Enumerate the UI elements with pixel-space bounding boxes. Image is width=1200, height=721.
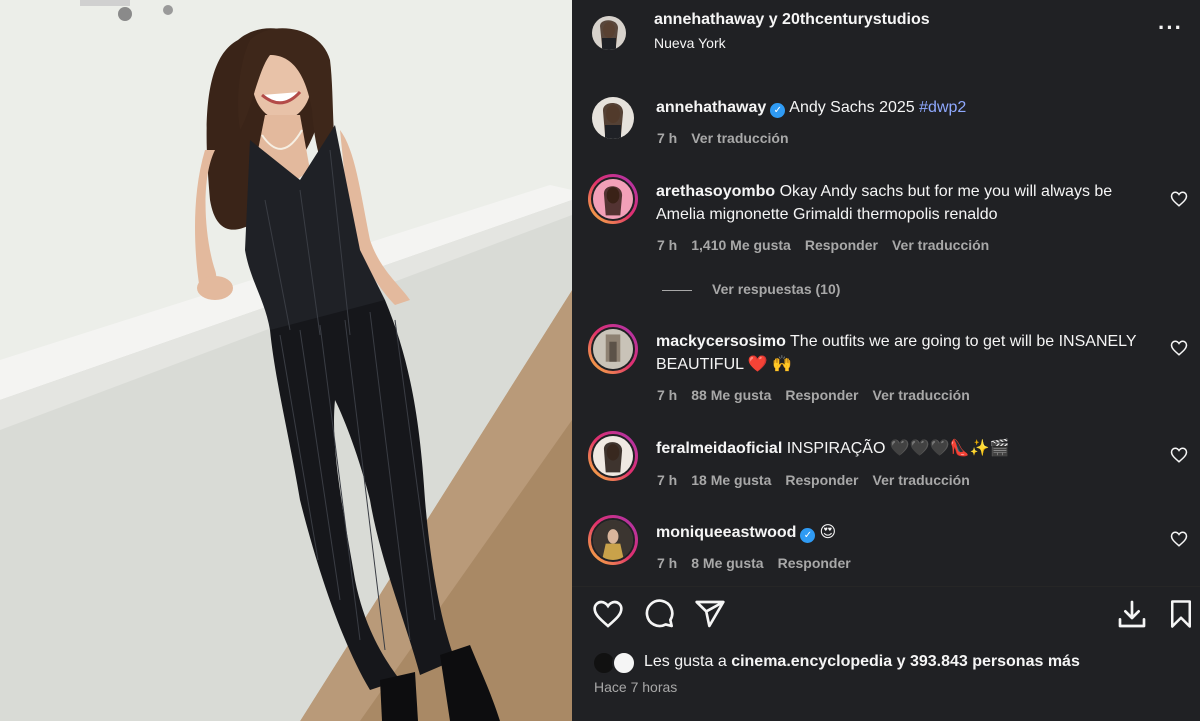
avatar	[591, 434, 635, 478]
post-photo[interactable]	[0, 0, 572, 721]
comment-emoji: 😍	[819, 524, 837, 541]
comment-emoji: ❤️ 🙌	[747, 356, 793, 373]
translate-link[interactable]: Ver traducción	[691, 130, 788, 146]
caption-username[interactable]: annehathaway	[656, 99, 766, 116]
like-comment-heart-icon[interactable]	[1170, 190, 1188, 208]
avatar	[612, 651, 636, 675]
post-location[interactable]: Nueva York	[654, 35, 726, 51]
reply-link[interactable]: Responder	[785, 387, 858, 403]
header-avatar-ring[interactable]	[590, 14, 628, 52]
likes-prefix: Les gusta a	[644, 653, 727, 670]
bookmark-icon[interactable]	[1166, 598, 1196, 630]
comment-meta: 7 h 88 Me gusta Responder Ver traducción	[657, 387, 984, 403]
divider	[572, 586, 1200, 587]
view-replies-link[interactable]: Ver respuestas (10)	[662, 281, 840, 297]
comment-icon[interactable]	[643, 598, 675, 630]
heart-icon[interactable]	[592, 598, 624, 630]
avatar	[591, 518, 635, 562]
likes-summary[interactable]: Les gusta a cinema.encyclopedia y 393.84…	[644, 653, 1080, 671]
comment-avatar-ring[interactable]	[588, 174, 638, 224]
comment-avatar-ring[interactable]	[588, 431, 638, 481]
comment: moniqueeastwood ✓ 😍	[656, 521, 1146, 544]
post-detail-panel: annehathaway y 20thcenturystudios Nueva …	[572, 0, 1200, 721]
avatar[interactable]	[592, 97, 634, 139]
comment-username[interactable]: feralmeidaoficial	[656, 440, 782, 457]
reply-link[interactable]: Responder	[778, 555, 851, 571]
reply-link[interactable]: Responder	[805, 237, 878, 253]
comment-avatar-ring[interactable]	[588, 324, 638, 374]
comment-likes[interactable]: 1,410 Me gusta	[691, 237, 791, 253]
comment-likes[interactable]: 88 Me gusta	[691, 387, 771, 403]
comment-text: INSPIRAÇÃO	[786, 440, 886, 457]
comment-emoji: 🖤🖤🖤👠✨🎬	[889, 440, 1010, 457]
comment-username[interactable]: arethasoyombo	[656, 183, 775, 200]
caption-hashtag[interactable]: #dwp2	[919, 99, 966, 116]
caption-time: 7 h	[657, 130, 678, 146]
likes-user[interactable]: cinema.encyclopedia	[731, 653, 892, 670]
comment-time: 7 h	[657, 472, 678, 488]
more-horizontal-icon[interactable]: ···	[1158, 17, 1183, 39]
comment-likes[interactable]: 8 Me gusta	[691, 555, 763, 571]
translate-link[interactable]: Ver traducción	[873, 472, 970, 488]
like-comment-heart-icon[interactable]	[1170, 530, 1188, 548]
avatar	[591, 327, 635, 371]
reply-link[interactable]: Responder	[785, 472, 858, 488]
comment-avatar-ring[interactable]	[588, 515, 638, 565]
likes-suffix[interactable]: y 393.843 personas más	[897, 653, 1080, 670]
comment-time: 7 h	[657, 237, 678, 253]
translate-link[interactable]: Ver traducción	[892, 237, 989, 253]
comment-meta: 7 h 18 Me gusta Responder Ver traducción	[657, 472, 984, 488]
comment-time: 7 h	[657, 387, 678, 403]
avatar	[591, 177, 635, 221]
share-icon[interactable]	[694, 598, 726, 630]
caption: annehathaway ✓ Andy Sachs 2025 #dwp2	[656, 99, 966, 118]
comment-time: 7 h	[657, 555, 678, 571]
comment: feralmeidaoficial INSPIRAÇÃO 🖤🖤🖤👠✨🎬	[656, 437, 1146, 460]
comment-meta: 7 h 8 Me gusta Responder	[657, 555, 865, 571]
like-comment-heart-icon[interactable]	[1170, 339, 1188, 357]
translate-link[interactable]: Ver traducción	[873, 387, 970, 403]
avatar	[592, 16, 626, 50]
verified-badge-icon: ✓	[800, 528, 816, 543]
verified-badge-icon: ✓	[770, 103, 786, 118]
post-header-title[interactable]: annehathaway y 20thcenturystudios	[654, 11, 930, 29]
comment: arethasoyombo Okay Andy sachs but for me…	[656, 180, 1146, 226]
comment: mackycersosimo The outfits we are going …	[656, 330, 1146, 376]
comment-username[interactable]: moniqueeastwood	[656, 524, 796, 541]
comment-username[interactable]: mackycersosimo	[656, 333, 786, 350]
comment-meta: 7 h 1,410 Me gusta Responder Ver traducción	[657, 237, 1003, 253]
download-icon[interactable]	[1116, 598, 1148, 630]
caption-meta: 7 h Ver traducción	[657, 130, 803, 146]
post-time[interactable]: Hace 7 horas	[594, 679, 677, 695]
comment-likes[interactable]: 18 Me gusta	[691, 472, 771, 488]
like-comment-heart-icon[interactable]	[1170, 446, 1188, 464]
caption-text: Andy Sachs 2025	[789, 99, 915, 116]
